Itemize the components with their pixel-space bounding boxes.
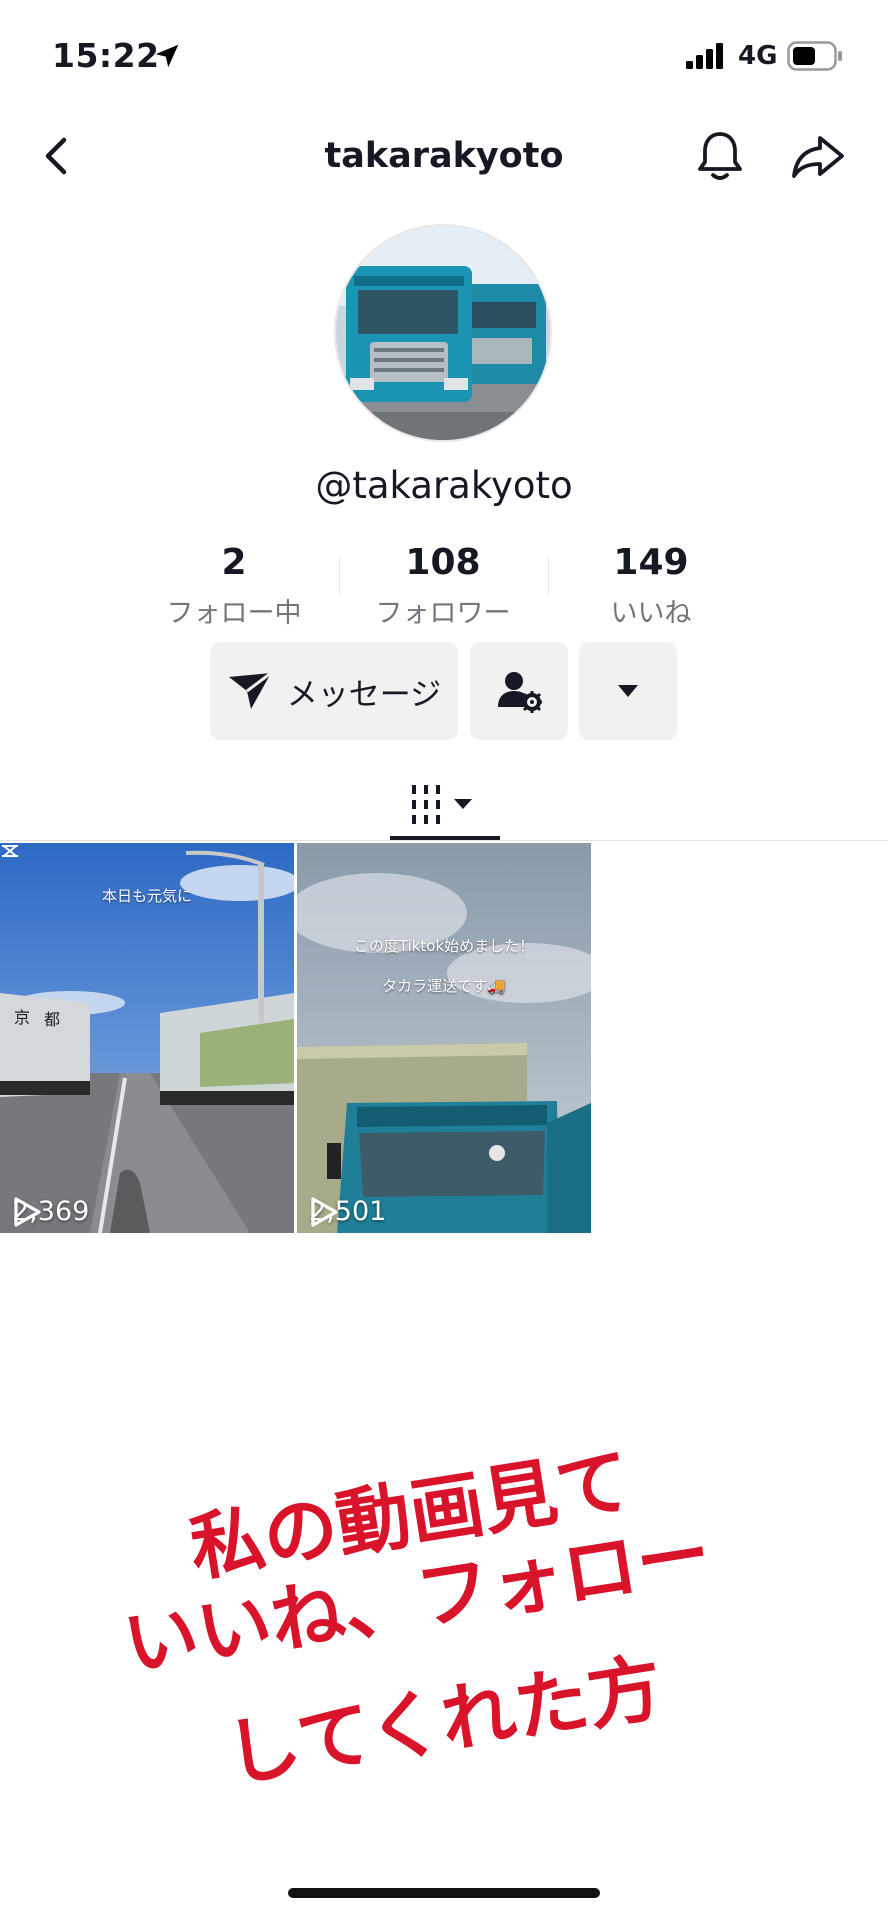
user-settings-icon [498, 672, 542, 713]
send-icon [228, 671, 272, 709]
svg-text:京: 京 [14, 1008, 30, 1027]
tab-divider [0, 840, 888, 841]
message-button[interactable]: メッセージ [210, 642, 458, 740]
video-caption: 本日も元気に [101, 887, 192, 905]
stat-following[interactable]: 2 フォロー中 [134, 542, 334, 630]
page-title: takarakyoto [324, 136, 564, 176]
battery-icon [787, 41, 842, 71]
stat-followers-label: フォロワー [375, 598, 511, 629]
stat-likes-count: 149 [613, 542, 689, 583]
share-arrow-icon[interactable] [790, 132, 846, 182]
more-options-button[interactable] [579, 642, 677, 740]
status-bar: 15:22 4G [0, 0, 888, 110]
play-icon [311, 1197, 338, 1227]
stat-followers-count: 108 [405, 542, 481, 583]
stat-likes[interactable]: 149 いいね [551, 542, 751, 630]
avatar[interactable] [334, 224, 552, 442]
capcut-icon [2, 845, 18, 857]
stat-followers[interactable]: 108 フォロワー [343, 542, 543, 630]
message-button-label: メッセージ [286, 676, 442, 713]
play-count: 2,501 [309, 1196, 386, 1227]
play-count: 2,369 [12, 1196, 89, 1227]
profile-handle: @takarakyoto [315, 464, 573, 507]
signal-bars-icon [686, 43, 723, 69]
status-time: 15:22 [52, 36, 160, 75]
home-indicator[interactable] [288, 1888, 600, 1898]
video-caption-line1: この度Tiktok始めました！ [353, 937, 535, 955]
svg-text:都: 都 [44, 1010, 60, 1029]
stat-following-count: 2 [221, 542, 247, 583]
profile-stats: 2 フォロー中 108 フォロワー 149 いいね [0, 542, 888, 629]
grid-videos-icon [412, 785, 472, 824]
network-type: 4G [738, 41, 778, 71]
video-thumbnail[interactable]: 京 都 本日も元気に 2,369 [0, 843, 294, 1233]
profile-nav-bar: takarakyoto [0, 110, 888, 200]
play-icon [14, 1197, 41, 1227]
bell-icon[interactable] [694, 128, 746, 184]
stat-following-label: フォロー中 [166, 598, 302, 629]
video-thumbnail[interactable]: この度Tiktok始めました！ タカラ運送です🚚 2,501 [297, 843, 591, 1233]
avatar-trucks-photo [336, 226, 550, 440]
caret-down-icon [618, 685, 638, 697]
stat-divider [548, 558, 549, 594]
location-arrow-icon [155, 44, 179, 68]
video-2-thumbnail-image [297, 843, 591, 1233]
video-caption-line2: タカラ運送です🚚 [382, 977, 506, 995]
stat-divider [339, 558, 340, 594]
user-settings-button[interactable] [470, 642, 568, 740]
tab-videos[interactable] [390, 770, 500, 840]
stat-likes-label: いいね [610, 598, 692, 629]
